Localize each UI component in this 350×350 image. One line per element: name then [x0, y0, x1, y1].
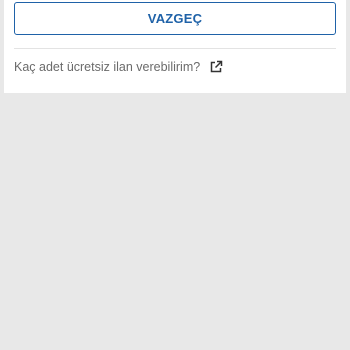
help-link-text: Kaç adet ücretsiz ilan verebilirim? — [14, 60, 201, 74]
cancel-button-label: VAZGEÇ — [147, 11, 203, 26]
divider — [14, 48, 336, 49]
action-card: VAZGEÇ Kaç adet ücretsiz ilan verebiliri… — [4, 0, 346, 93]
free-listing-help-link[interactable]: Kaç adet ücretsiz ilan verebilirim? — [14, 60, 223, 74]
cancel-button[interactable]: VAZGEÇ — [14, 2, 336, 35]
external-link-icon — [209, 60, 223, 74]
